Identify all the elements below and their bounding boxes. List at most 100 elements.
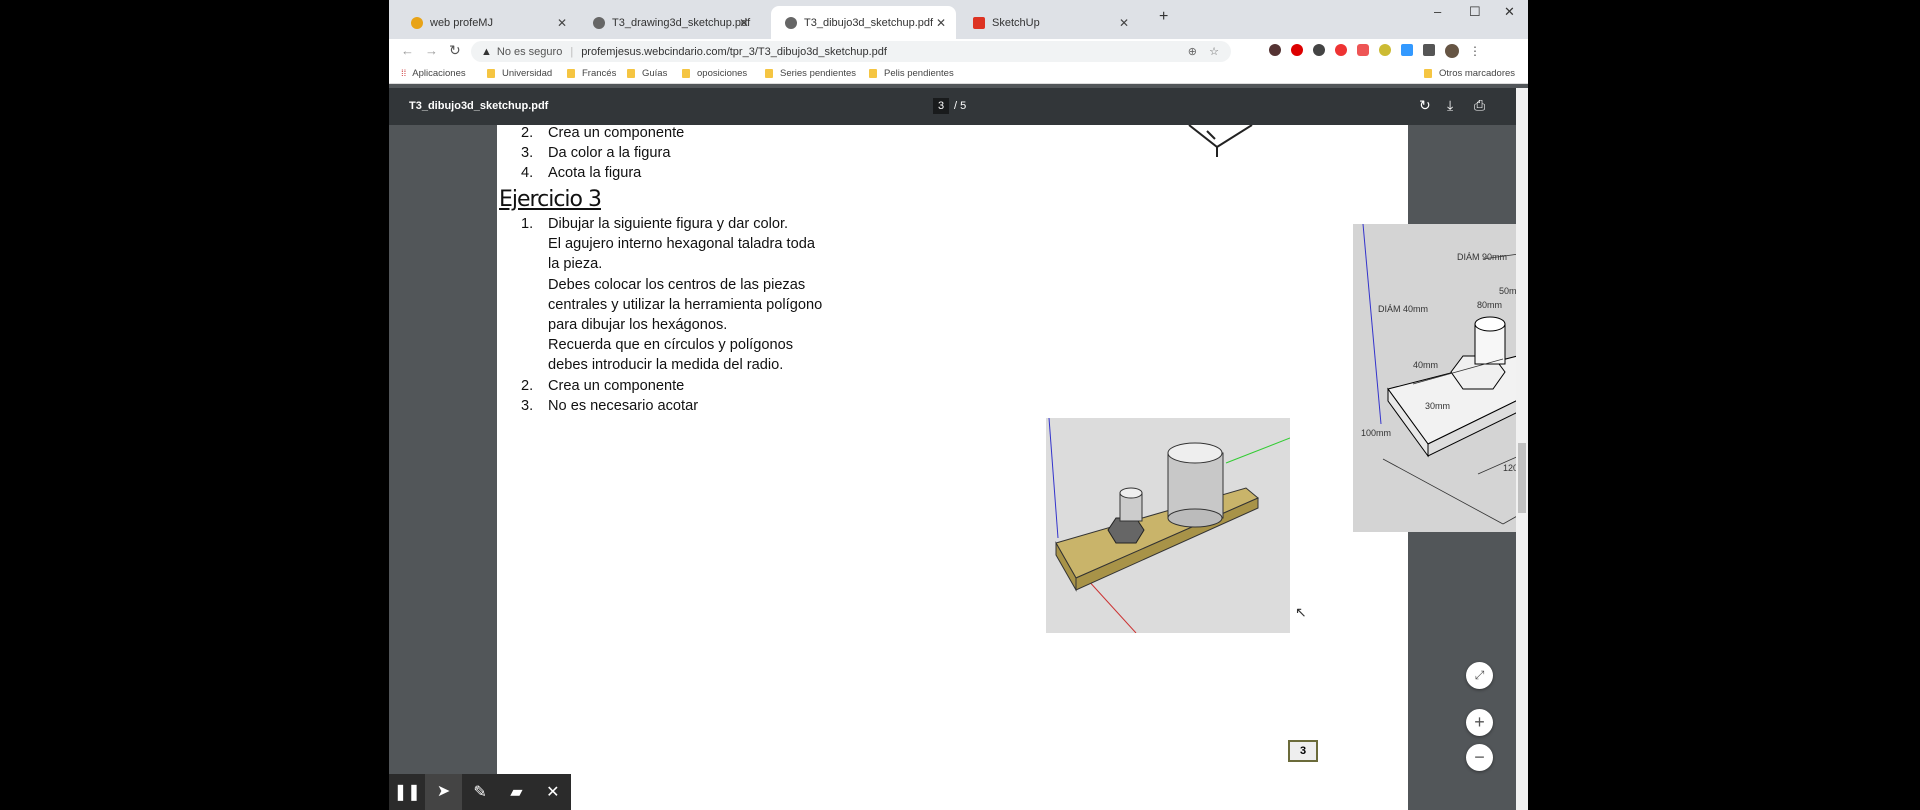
new-tab-button[interactable]: +	[1159, 8, 1168, 26]
adblock-icon[interactable]	[1335, 44, 1347, 56]
warning-icon: ▲	[481, 45, 492, 58]
extension-icon[interactable]	[1401, 44, 1413, 56]
pen-icon[interactable]: ✎	[462, 782, 498, 802]
bookmark-label: oposiciones	[697, 68, 748, 79]
dim-label: DIÁM 90mm	[1457, 252, 1507, 262]
list-item: la pieza.	[548, 256, 603, 273]
tab-web-profemj[interactable]: web profeMJ ✕	[397, 6, 577, 39]
sketchup-icon	[973, 16, 985, 29]
dim-label: DIÁM 40mm	[1378, 304, 1428, 314]
tab-label: web profeMJ	[430, 16, 493, 29]
shield-icon[interactable]	[1313, 44, 1325, 56]
download-icon[interactable]: ⤓	[1447, 97, 1453, 114]
list-number: 3.	[521, 145, 534, 161]
bookmark-folder[interactable]: Universidad	[487, 68, 552, 79]
extension-icon[interactable]	[1357, 44, 1369, 56]
list-number: 3.	[521, 397, 534, 414]
tab-drawing3d[interactable]: T3_drawing3d_sketchup.pdf ✕	[579, 6, 759, 39]
extension-icon[interactable]	[1379, 44, 1391, 56]
folder-icon	[1424, 69, 1432, 78]
close-icon[interactable]: ✕	[535, 782, 571, 802]
dim-label: 100mm	[1361, 428, 1391, 438]
opera-icon[interactable]	[1291, 44, 1303, 56]
folder-icon	[765, 69, 773, 78]
maximize-button[interactable]: ☐	[1469, 4, 1481, 20]
colored-figure	[1046, 418, 1290, 633]
url-text[interactable]: profemjesus.webcindario.com/tpr_3/T3_dib…	[581, 46, 887, 58]
bookmark-label: Aplicaciones	[412, 68, 466, 79]
browser-window: web profeMJ ✕ T3_drawing3d_sketchup.pdf ✕ …	[389, 0, 1528, 810]
page-total: / 5	[954, 100, 967, 112]
list-number: 1.	[521, 216, 534, 232]
puzzle-icon[interactable]	[1423, 44, 1435, 56]
dim-label: 30mm	[1425, 401, 1450, 411]
bookmark-other[interactable]: Otros marcadores	[1424, 68, 1515, 79]
scrollbar-thumb[interactable]	[1518, 443, 1526, 513]
pdf-title: T3_dibujo3d_sketchup.pdf	[409, 100, 549, 112]
bookmark-label: Pelis pendientes	[884, 68, 954, 79]
bookmark-apps[interactable]: ⁞⁞ Aplicaciones	[401, 68, 466, 79]
bookmark-folder[interactable]: oposiciones	[682, 68, 747, 79]
bookmarks-bar: ⁞⁞ Aplicaciones Universidad Francés Guías…	[389, 64, 1528, 84]
bookmark-label: Francés	[582, 68, 617, 79]
globe-icon	[593, 16, 605, 29]
apps-grid-icon: ⁞⁞	[401, 68, 407, 79]
annotation-toolbar: ❚❚ ➤ ✎ ▰ ✕	[389, 774, 571, 810]
minimize-button[interactable]: –	[1434, 4, 1441, 19]
exercise-heading: Ejercicio 3	[499, 187, 602, 212]
pause-icon[interactable]: ❚❚	[389, 782, 425, 802]
scrollbar[interactable]	[1516, 88, 1528, 810]
print-icon[interactable]: ⎙	[1474, 97, 1485, 114]
bookmark-label: Guías	[642, 68, 668, 79]
zoom-out-button[interactable]: −	[1466, 744, 1493, 771]
close-tab-icon[interactable]: ✕	[1119, 16, 1129, 30]
pdf-toolbar: T3_dibujo3d_sketchup.pdf 3 / 5 ↻ ⤓ ⎙	[389, 88, 1528, 125]
bookmark-folder[interactable]: Francés	[567, 68, 616, 79]
pdf-page: 2. Crea un componente 3. Da color a la f…	[497, 125, 1528, 810]
extensions: ⋮	[1269, 44, 1481, 58]
bookmark-folder[interactable]: Guías	[627, 68, 667, 79]
page-indicator: 3	[1288, 740, 1318, 762]
list-item: centrales y utilizar la herramienta polí…	[548, 296, 823, 313]
list-item: El agujero interno hexagonal taladra tod…	[548, 236, 815, 253]
bookmark-folder[interactable]: Series pendientes	[765, 68, 856, 79]
eraser-icon[interactable]: ▰	[498, 782, 534, 802]
list-number: 4.	[521, 165, 534, 181]
tab-sketchup[interactable]: SketchUp ✕	[959, 6, 1139, 39]
extension-icon[interactable]	[1269, 44, 1281, 56]
list-item: Da color a la figura	[548, 145, 671, 161]
tab-label: SketchUp	[992, 16, 1040, 29]
rotate-icon[interactable]: ↻	[1419, 97, 1431, 114]
tab-label: T3_drawing3d_sketchup.pdf	[612, 16, 751, 29]
close-tab-icon[interactable]: ✕	[739, 16, 749, 30]
list-item: No es necesario acotar	[548, 397, 699, 414]
back-icon[interactable]: ←	[401, 43, 414, 58]
bookmark-folder[interactable]: Pelis pendientes	[869, 68, 954, 79]
url-field[interactable]: ▲ No es seguro | profemjesus.webcindario…	[471, 41, 1231, 62]
folder-icon	[567, 69, 575, 78]
forward-icon[interactable]: →	[425, 43, 438, 58]
page-number-input[interactable]: 3	[933, 98, 950, 114]
dimensioned-figure: DIÁM 90mm DIÁM 40mm 130mm 50mm 80mm 20mm…	[1353, 224, 1528, 532]
bookmark-label: Series pendientes	[780, 68, 857, 79]
security-label[interactable]: No es seguro	[497, 46, 562, 58]
list-item: debes introducir la medida del radio.	[548, 357, 784, 374]
folder-icon	[627, 69, 635, 78]
tab-dibujo3d[interactable]: T3_dibujo3d_sketchup.pdf ✕	[771, 6, 956, 39]
zoom-in-button[interactable]: +	[1466, 709, 1493, 736]
tab-bar: web profeMJ ✕ T3_drawing3d_sketchup.pdf ✕ …	[389, 0, 1528, 39]
close-tab-icon[interactable]: ✕	[936, 16, 946, 30]
list-item: para dibujar los hexágonos.	[548, 317, 728, 333]
list-item: Recuerda que en círculos y polígonos	[548, 337, 794, 354]
zoom-icon[interactable]: ⊕	[1188, 45, 1197, 58]
close-window-button[interactable]: ✕	[1504, 4, 1515, 20]
avatar[interactable]	[1445, 44, 1459, 58]
close-tab-icon[interactable]: ✕	[557, 16, 567, 30]
bookmark-label: Otros marcadores	[1439, 68, 1516, 79]
bookmark-star-icon[interactable]: ☆	[1209, 45, 1219, 58]
pointer-icon[interactable]: ➤	[425, 774, 462, 810]
menu-icon[interactable]: ⋮	[1469, 44, 1481, 58]
fit-page-button[interactable]: ⤢	[1466, 662, 1493, 689]
list-item: Debes colocar los centros de las piezas	[548, 276, 806, 293]
reload-icon[interactable]: ↻	[449, 42, 461, 59]
